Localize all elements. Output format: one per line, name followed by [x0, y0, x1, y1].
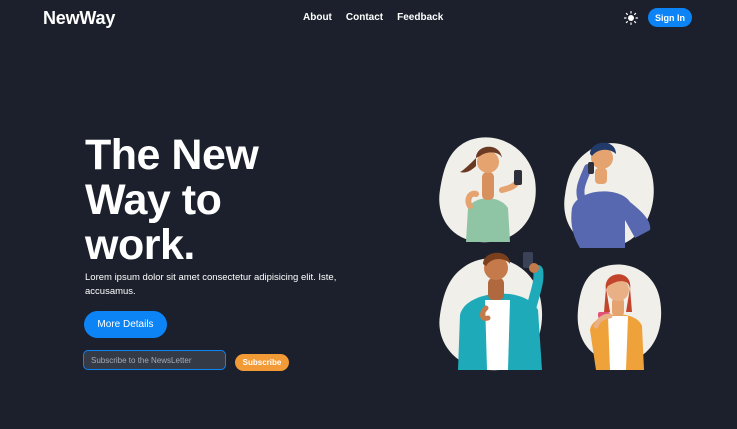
hero-illustration — [439, 137, 662, 371]
sign-in-button[interactable]: Sign In — [648, 8, 692, 27]
nav-link-feedback[interactable]: Feedback — [397, 12, 443, 23]
navbar: NewWay About Contact Feedback Sign In — [0, 0, 737, 36]
person-woman-phone-illustration — [439, 137, 536, 243]
brand-logo[interactable]: NewWay — [43, 8, 115, 29]
nav-links: About Contact Feedback — [303, 12, 443, 23]
sun-icon — [624, 11, 638, 25]
person-man-phone-illustration — [564, 142, 654, 248]
more-details-button[interactable]: More Details — [84, 311, 167, 338]
nav-link-contact[interactable]: Contact — [346, 12, 383, 23]
theme-toggle[interactable] — [623, 10, 639, 26]
hero-title: The New Way to work. — [85, 131, 259, 269]
newsletter-email-input[interactable] — [83, 350, 226, 370]
hero-subtitle: Lorem ipsum dolor sit amet consectetur a… — [85, 272, 337, 297]
person-man-jacket-illustration — [439, 252, 544, 371]
nav-link-about[interactable]: About — [303, 12, 332, 23]
person-woman-jacket-illustration — [577, 264, 662, 370]
subscribe-button[interactable]: Subscribe — [235, 354, 289, 371]
landing-page: NewWay About Contact Feedback Sign In Th… — [0, 0, 737, 429]
